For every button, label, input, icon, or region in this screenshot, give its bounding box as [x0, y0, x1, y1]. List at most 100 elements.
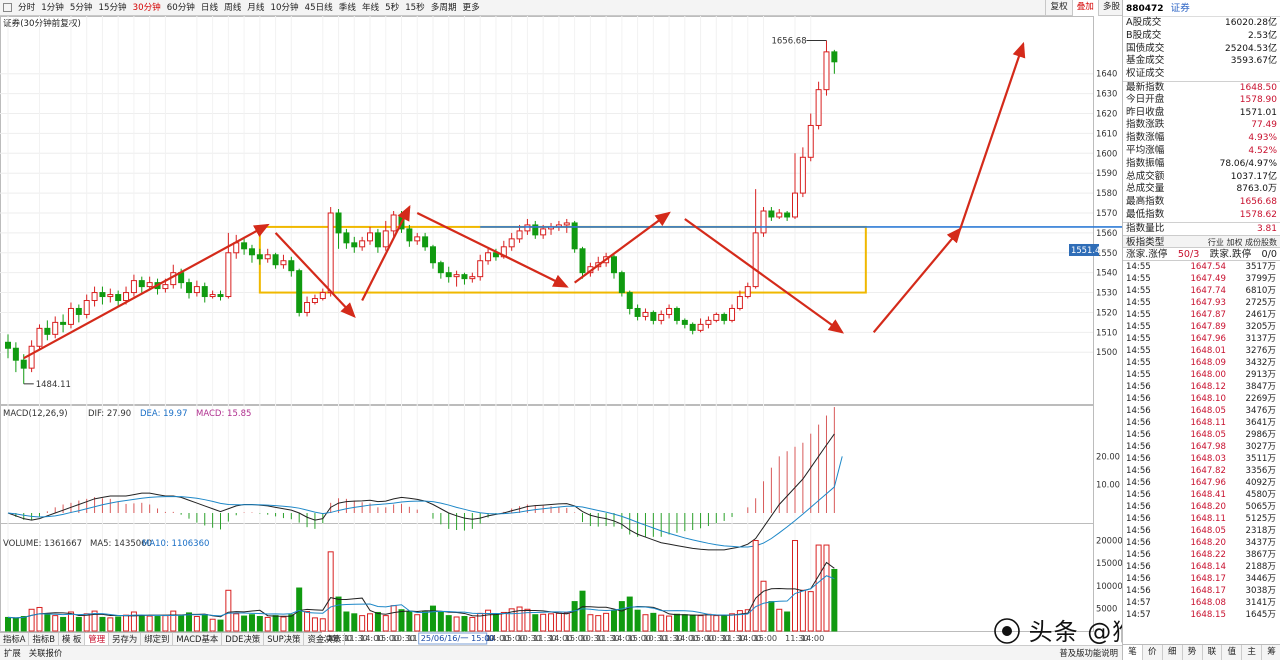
help-link[interactable]: 普及版功能说明 [1059, 646, 1118, 660]
tick-row: 14:56 1648.17 3038万 [1123, 585, 1280, 597]
tick-row: 14:56 1647.82 3356万 [1123, 465, 1280, 477]
tick-list[interactable]: 14:55 1647.54 3517万 14:55 1647.49 3799万 14:55 1… [1123, 261, 1280, 621]
quote-panel-tab[interactable]: 笔 [1123, 645, 1142, 660]
status-tab[interactable]: 扩展 [0, 646, 25, 660]
tool-button[interactable]: 叠加 [1071, 0, 1098, 16]
period-tab[interactable]: 10分钟 [268, 0, 302, 16]
volume-bar [241, 615, 248, 632]
volume-bar [784, 611, 791, 632]
indicator-tab[interactable]: 模 板 [59, 633, 86, 645]
stat-value: 1656.68 [1239, 197, 1277, 208]
volume-bar [823, 544, 830, 632]
candle-body [681, 319, 688, 325]
period-tab[interactable]: 1分钟 [38, 0, 67, 16]
candle-body [792, 192, 798, 218]
volume-bar [367, 613, 374, 632]
quote-panel-tab[interactable]: 价 [1141, 645, 1162, 660]
tick-row: 14:56 1648.05 3476万 [1123, 405, 1280, 417]
tick-volume: 3137万 [1245, 333, 1276, 344]
status-tab[interactable]: 关联报价 [25, 646, 67, 660]
tick-time: 14:56 [1126, 489, 1151, 500]
volume-bar [374, 611, 381, 632]
indicator-tab[interactable]: 资金决策 [304, 633, 345, 645]
price-tick-label: 1610 [1096, 128, 1117, 138]
period-tab[interactable]: 周线 [221, 0, 244, 16]
tick-volume: 3437万 [1245, 537, 1276, 548]
period-tab[interactable]: 60分钟 [164, 0, 198, 16]
candle-body [217, 294, 224, 298]
chart-area[interactable]: 1500151015201530154015501560157015801590… [0, 16, 1122, 646]
candle-body [123, 292, 130, 302]
quote-panel-tab[interactable]: 联 [1201, 645, 1222, 660]
volume-bar [555, 612, 562, 632]
period-tab[interactable]: 45日线 [302, 0, 336, 16]
stat-label: A股成交 [1126, 17, 1162, 28]
down-label: 跌家.跌停 [1209, 248, 1252, 260]
candle-body [359, 240, 366, 248]
indicator-tab[interactable]: 另存为 [109, 633, 142, 645]
period-tab[interactable]: 更多 [460, 0, 483, 16]
candle-body [146, 282, 153, 288]
period-tab[interactable]: 15分钟 [96, 0, 130, 16]
indicator-tab[interactable]: 绑定到 [141, 633, 174, 645]
indicator-tab[interactable]: 指标A [0, 633, 30, 645]
volume-bar [571, 601, 578, 632]
tick-time: 14:56 [1126, 417, 1151, 428]
tick-time: 14:56 [1126, 537, 1151, 548]
volume-bar [792, 540, 798, 632]
quote-panel-tab[interactable]: 细 [1161, 645, 1182, 660]
period-tab[interactable]: 年线 [359, 0, 382, 16]
indicator-tab[interactable]: 指标B [29, 633, 59, 645]
tick-row: 14:55 1647.93 2725万 [1123, 297, 1280, 309]
period-tab[interactable]: 15秒 [402, 0, 428, 16]
indicator-tab[interactable]: DDE决策 [222, 633, 265, 645]
volume-bar [186, 612, 193, 632]
tick-time: 14:56 [1126, 573, 1151, 584]
volume-bar [799, 589, 806, 632]
tick-price: 1648.15 [1190, 609, 1226, 620]
candle-body [374, 232, 381, 248]
quote-panel-tab[interactable]: 筹 [1261, 645, 1280, 660]
quote-panel-tab[interactable]: 主 [1241, 645, 1261, 660]
index-name[interactable]: 证券 [1171, 3, 1190, 14]
period-tab[interactable]: 多周期 [428, 0, 460, 16]
period-tab[interactable]: 分时 [15, 0, 38, 16]
candle-body [107, 294, 114, 298]
volume-bar [626, 596, 633, 632]
price-tick-label: 1500 [1096, 347, 1117, 357]
stat-row: 平均涨幅 4.52% [1123, 145, 1280, 158]
period-tab[interactable]: 月线 [244, 0, 267, 16]
period-tab[interactable]: 5秒 [382, 0, 402, 16]
period-tab[interactable]: 30分钟 [130, 0, 164, 16]
stat-row: 今日开盘 1578.90 [1123, 94, 1280, 107]
candle-body [705, 319, 712, 325]
indicator-tab[interactable]: SUP决策 [264, 633, 305, 645]
menu-square-icon[interactable] [3, 3, 12, 12]
quote-panel-tab[interactable]: 值 [1221, 645, 1241, 660]
stat-label: 基金成交 [1126, 55, 1165, 67]
period-tab[interactable]: 5分钟 [67, 0, 96, 16]
tick-row: 14:55 1647.74 6810万 [1123, 285, 1280, 297]
tool-button[interactable]: 多股 [1097, 0, 1124, 16]
quote-panel-tab[interactable]: 势 [1181, 645, 1202, 660]
indicator-tab[interactable]: MACD基本 [173, 633, 223, 645]
volume-bar [666, 615, 673, 632]
candle-body [20, 359, 27, 369]
indicator-tab[interactable]: 管理 [85, 633, 110, 645]
crosshair-value: 1551.4 [1071, 245, 1100, 255]
tick-volume: 2986万 [1245, 429, 1276, 440]
tick-price: 1648.01 [1190, 345, 1226, 356]
index-type-label: 板指类型 [1126, 236, 1165, 248]
candle-body [524, 224, 531, 232]
candle-body [209, 294, 216, 298]
price-tick-label: 1570 [1096, 208, 1117, 218]
volume-bar [760, 580, 767, 632]
period-tab[interactable]: 季线 [336, 0, 359, 16]
tick-time: 14:56 [1126, 393, 1151, 404]
volume-bar [461, 616, 468, 632]
tick-price: 1648.22 [1190, 549, 1226, 560]
stat-label: 权证成交 [1126, 68, 1165, 80]
period-tab[interactable]: 日线 [198, 0, 221, 16]
tool-button[interactable]: 复权 [1045, 0, 1071, 16]
time-axis-label: 15:00 [754, 633, 778, 643]
